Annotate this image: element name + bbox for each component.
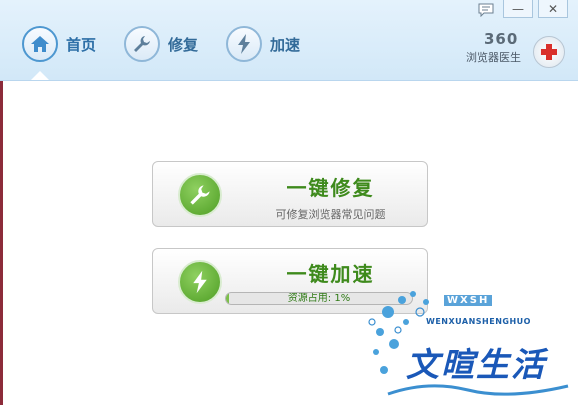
wrench-icon xyxy=(124,26,160,62)
repair-subtitle: 可修复浏览器常见问题 xyxy=(275,208,386,221)
tab-speed-label: 加速 xyxy=(270,35,301,54)
left-edge-strip xyxy=(0,80,3,405)
first-aid-cross-icon xyxy=(533,36,565,68)
message-icon[interactable] xyxy=(478,2,494,18)
tab-repair-label: 修复 xyxy=(168,35,199,54)
tab-home-label: 首页 xyxy=(66,35,97,54)
tab-home[interactable]: 首页 xyxy=(22,24,96,64)
minimize-button[interactable]: — xyxy=(503,0,533,18)
brand-name: 浏览器医生 xyxy=(466,51,521,64)
home-icon xyxy=(22,26,58,62)
close-button[interactable]: ✕ xyxy=(538,0,568,18)
wrench-icon xyxy=(178,173,222,217)
watermark-english: WENXUANSHENGHUO xyxy=(426,317,531,326)
tab-speed[interactable]: 加速 xyxy=(226,24,300,64)
active-tab-pointer xyxy=(31,71,49,80)
tab-repair[interactable]: 修复 xyxy=(124,24,198,64)
watermark-logo: WXSH WENXUANSHENGHUO 文暄生活 xyxy=(368,282,578,405)
repair-button[interactable]: 一键修复 可修复浏览器常见问题 xyxy=(152,161,428,227)
header-bar: 首页 修复 加速 — ✕ 360 浏览器医生 xyxy=(0,0,578,81)
lightning-icon xyxy=(226,26,262,62)
lightning-icon xyxy=(178,260,222,304)
repair-title: 一键修复 xyxy=(286,176,375,200)
watermark-badge: WXSH xyxy=(444,295,493,306)
brand-number: 360 xyxy=(484,30,519,48)
watermark-chinese: 文暄生活 xyxy=(406,345,546,384)
